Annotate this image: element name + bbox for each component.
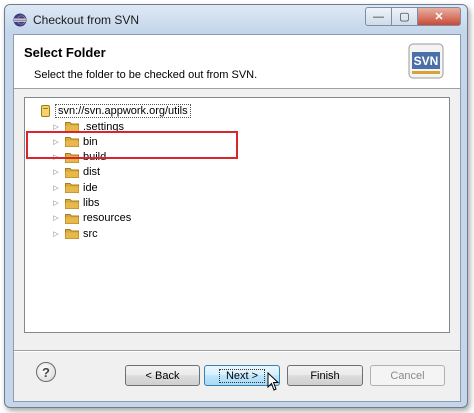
minimize-button[interactable]: —: [365, 7, 392, 26]
mouse-cursor-icon: [267, 372, 279, 391]
tree-item-label: resources: [83, 212, 132, 225]
finish-button[interactable]: Finish: [287, 365, 363, 386]
folder-icon: [65, 152, 79, 163]
page-description: Select the folder to be checked out from…: [34, 69, 258, 81]
tree-item-label: .settings: [83, 120, 124, 133]
tree-item-label: dist: [83, 166, 101, 179]
tree-item[interactable]: ▷ libs: [51, 196, 100, 211]
expand-arrow-icon[interactable]: ▷: [51, 123, 61, 131]
next-button-label: Next >: [218, 368, 266, 383]
caption-buttons: — ▢ ✕: [365, 7, 461, 26]
window-title: Checkout from SVN: [33, 13, 140, 27]
tree-item[interactable]: ▷ dist: [51, 165, 100, 180]
folder-icon: [65, 229, 79, 240]
expand-arrow-icon[interactable]: ▷: [51, 153, 61, 161]
expand-arrow-icon[interactable]: ▷: [51, 138, 61, 146]
finish-button-label: Finish: [310, 369, 340, 382]
tree-item-label: ide: [83, 181, 98, 194]
folder-icon: [65, 167, 79, 178]
tree-item-label: build: [83, 151, 107, 164]
title-bar[interactable]: Checkout from SVN — ▢ ✕: [5, 5, 467, 33]
maximize-button[interactable]: ▢: [392, 7, 418, 26]
eclipse-icon: [13, 13, 27, 27]
svn-logo-text: SVN: [414, 54, 439, 68]
tree-item-label: src: [83, 227, 98, 240]
repository-icon: [41, 104, 50, 117]
cancel-button[interactable]: Cancel: [370, 365, 445, 386]
tree-item[interactable]: ▷ build: [51, 150, 106, 165]
folder-icon: [65, 213, 79, 224]
dialog-client: Select Folder Select the folder to be ch…: [13, 34, 461, 402]
tree-item-label: bin: [83, 135, 98, 148]
tree-root-row[interactable]: svn://svn.appwork.org/utils: [25, 103, 191, 118]
tree-item[interactable]: ▷ bin: [51, 134, 98, 149]
back-button-label: < Back: [145, 369, 180, 382]
expand-arrow-icon[interactable]: ▷: [51, 214, 61, 222]
folder-icon: [65, 122, 79, 132]
folder-icon: [65, 198, 79, 209]
tree-item-label: libs: [83, 197, 100, 209]
checkout-dialog: Checkout from SVN — ▢ ✕ Select Folder Se…: [4, 4, 468, 408]
tree-item[interactable]: ▷ ide: [51, 180, 98, 195]
tree-root-label: svn://svn.appwork.org/utils: [55, 103, 191, 118]
folder-icon: [65, 183, 79, 194]
page-title: Select Folder: [24, 45, 106, 60]
help-icon[interactable]: ?: [36, 362, 56, 382]
svn-logo-icon: SVN: [408, 43, 444, 79]
tree-item[interactable]: ▷ src: [51, 226, 98, 241]
back-button[interactable]: < Back: [125, 365, 200, 386]
cancel-button-label: Cancel: [390, 369, 425, 382]
wizard-header: Select Folder Select the folder to be ch…: [14, 35, 460, 89]
expand-arrow-icon[interactable]: ▷: [51, 199, 61, 207]
tree-item[interactable]: ▷ resources: [51, 211, 131, 226]
tree-item[interactable]: ▷ .settings: [51, 119, 124, 134]
expand-arrow-icon[interactable]: ▷: [51, 230, 61, 238]
expand-arrow-icon[interactable]: ▷: [51, 168, 61, 176]
expand-arrow-icon[interactable]: ▷: [51, 184, 61, 192]
folder-icon: [65, 137, 79, 148]
footer-separator: [14, 350, 460, 352]
close-button[interactable]: ✕: [418, 7, 461, 26]
folder-tree[interactable]: svn://svn.appwork.org/utils ▷ .settings ▷ b…: [24, 97, 450, 333]
